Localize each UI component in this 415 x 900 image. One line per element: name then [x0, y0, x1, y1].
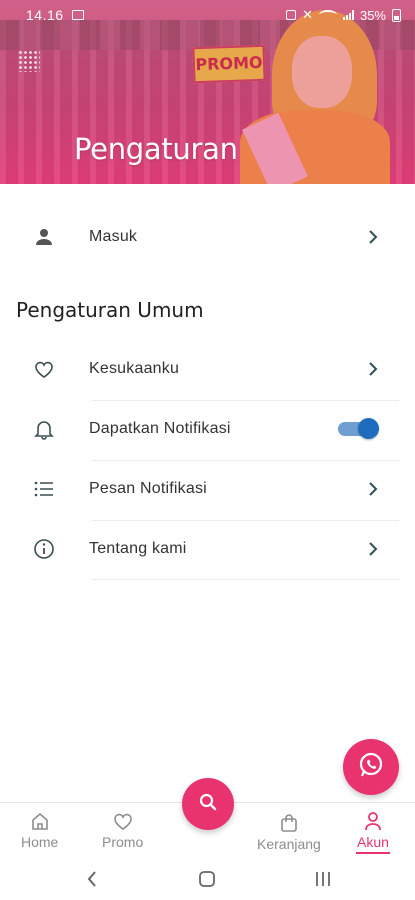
section-title-general: Pengaturan Umum — [16, 298, 204, 322]
list-icon — [32, 477, 56, 501]
home-icon — [28, 809, 52, 833]
notification-messages-row[interactable]: Pesan Notifikasi — [0, 459, 415, 519]
info-icon — [32, 537, 56, 561]
notifications-row: Dapatkan Notifikasi — [0, 399, 415, 459]
notifications-toggle[interactable] — [338, 418, 379, 439]
login-label: Masuk — [89, 228, 138, 245]
whatsapp-icon — [357, 751, 385, 784]
bell-icon — [32, 417, 56, 441]
dots-grid-icon — [18, 50, 40, 72]
favorites-row[interactable]: Kesukaanku — [0, 339, 415, 399]
heart-icon — [32, 357, 56, 381]
status-time: 14.16 — [26, 7, 64, 23]
heart-icon — [111, 809, 135, 833]
notification-messages-label: Pesan Notifikasi — [89, 480, 207, 497]
nav-account-label: Akun — [357, 834, 389, 850]
notifications-label: Dapatkan Notifikasi — [89, 420, 231, 437]
chevron-right-icon — [366, 358, 380, 380]
back-icon[interactable] — [80, 868, 104, 890]
nav-promo[interactable]: Promo — [102, 809, 143, 850]
nav-cart[interactable]: Keranjang — [257, 811, 321, 852]
chevron-right-icon — [366, 226, 380, 248]
page-title: Pengaturan — [74, 132, 238, 166]
search-icon — [198, 792, 218, 817]
favorites-label: Kesukaanku — [89, 360, 180, 377]
battery-icon — [392, 8, 401, 22]
nfc-icon — [286, 10, 297, 20]
nav-home[interactable]: Home — [21, 809, 58, 850]
active-indicator — [356, 852, 390, 854]
gallery-notification-icon — [71, 10, 84, 20]
person-icon — [32, 225, 56, 249]
nav-promo-label: Promo — [102, 834, 144, 850]
mute-icon: ✕ — [302, 7, 313, 22]
wifi-icon — [318, 10, 337, 20]
signal-icon — [342, 10, 354, 20]
status-indicators: ✕ 35% — [286, 7, 401, 23]
cart-icon — [277, 811, 301, 835]
nav-home-label: Home — [21, 834, 59, 850]
battery-percent: 35% — [359, 7, 386, 23]
login-row[interactable]: Masuk — [0, 207, 415, 267]
search-button[interactable] — [182, 778, 234, 830]
row-divider — [91, 579, 399, 580]
toggle-knob — [358, 418, 379, 439]
recents-icon[interactable] — [311, 868, 335, 890]
whatsapp-button[interactable] — [343, 739, 399, 795]
chevron-right-icon — [366, 538, 380, 560]
about-row[interactable]: Tentang kami — [0, 519, 415, 579]
about-label: Tentang kami — [89, 540, 187, 557]
system-navigation-bar — [0, 858, 415, 900]
nav-cart-label: Keranjang — [257, 836, 321, 852]
nav-account[interactable]: Akun — [356, 809, 390, 854]
status-bar: 14.16 ✕ 35% — [0, 0, 415, 30]
home-button-icon[interactable] — [195, 868, 219, 890]
person-icon — [361, 809, 385, 833]
chevron-right-icon — [366, 478, 380, 500]
